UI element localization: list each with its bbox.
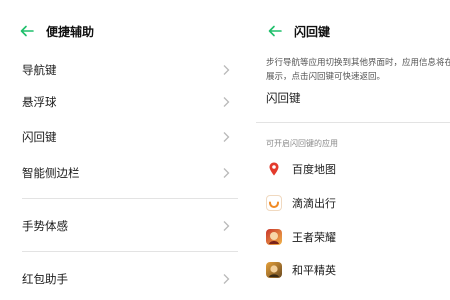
left-header: 便捷辅助 — [20, 20, 94, 42]
accessibility-panel: 便捷辅助 导航键 悬浮球 闪回键 智能侧边栏 手势体感 红包助手 — [0, 0, 238, 300]
didi-icon — [266, 195, 282, 211]
peacekeeper-elite-icon — [266, 262, 282, 278]
description-line: 展示，点击闪回键可快速返回。 — [266, 72, 386, 82]
menu-item-label: 悬浮球 — [22, 95, 57, 109]
menu-item-gestures[interactable]: 手势体感 — [22, 215, 234, 237]
section-divider — [256, 122, 450, 123]
section-divider — [22, 251, 238, 252]
chevron-right-icon — [223, 221, 230, 231]
menu-item-label: 导航键 — [22, 63, 57, 77]
back-arrow-icon[interactable] — [20, 24, 34, 38]
app-item-honor-of-kings[interactable]: 王者荣耀 — [266, 226, 336, 248]
back-arrow-icon[interactable] — [268, 24, 282, 38]
page-title: 便捷辅助 — [46, 24, 95, 39]
flashback-toggle-label[interactable]: 闪回键 — [266, 90, 301, 106]
menu-item-smart-sidebar[interactable]: 智能侧边栏 — [22, 162, 234, 184]
app-item-peacekeeper-elite[interactable]: 和平精英 — [266, 259, 336, 281]
menu-item-label: 闪回键 — [22, 130, 57, 144]
menu-item-floating-ball[interactable]: 悬浮球 — [22, 91, 234, 113]
chevron-right-icon — [223, 274, 230, 284]
description-line: 步行导航等应用切换到其他界面时，应用信息将在闪 — [266, 58, 450, 68]
page-title: 闪回键 — [294, 24, 331, 39]
supported-apps-heading: 可开启闪回键的应用 — [266, 139, 338, 148]
menu-item-label: 红包助手 — [22, 272, 68, 286]
app-label: 和平精英 — [292, 264, 336, 277]
right-header: 闪回键 — [268, 20, 330, 42]
panel-gap — [238, 0, 256, 300]
chevron-right-icon — [223, 97, 230, 107]
menu-item-label: 手势体感 — [22, 219, 68, 233]
menu-item-red-packet-assistant[interactable]: 红包助手 — [22, 268, 234, 290]
app-label: 百度地图 — [292, 163, 336, 176]
flashback-key-panel: 闪回键 步行导航等应用切换到其他界面时，应用信息将在闪 展示，点击闪回键可快速返… — [256, 0, 450, 300]
app-item-baidu-map[interactable]: 百度地图 — [266, 158, 336, 180]
menu-item-flashback-key[interactable]: 闪回键 — [22, 126, 234, 148]
chevron-right-icon — [223, 65, 230, 75]
app-label: 王者荣耀 — [292, 231, 336, 244]
chevron-right-icon — [223, 168, 230, 178]
app-label: 滴滴出行 — [292, 197, 336, 210]
menu-item-label: 智能侧边栏 — [22, 166, 80, 180]
section-divider — [22, 198, 238, 199]
honor-of-kings-icon — [266, 229, 282, 245]
chevron-right-icon — [223, 132, 230, 142]
app-item-didi[interactable]: 滴滴出行 — [266, 192, 336, 214]
menu-item-navigation-keys[interactable]: 导航键 — [22, 59, 234, 81]
description-text: 步行导航等应用切换到其他界面时，应用信息将在闪 展示，点击闪回键可快速返回。 — [266, 56, 450, 84]
baidu-map-icon — [266, 161, 282, 177]
